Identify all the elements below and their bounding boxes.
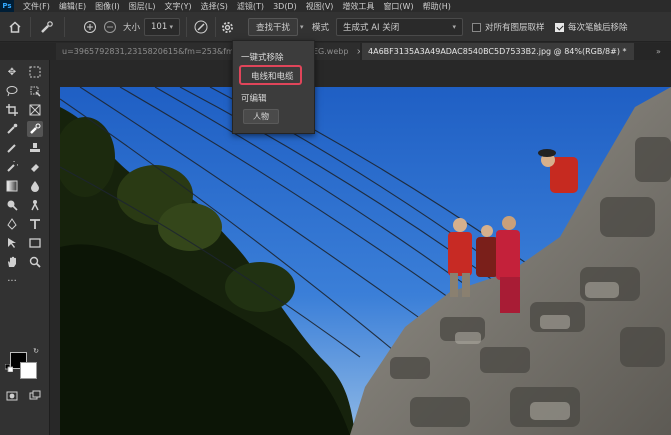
divider [64,17,65,37]
more-tools-icon[interactable]: ··· [4,273,20,289]
menu-file[interactable]: 文件(F) [23,1,50,12]
path-select-tool-icon[interactable] [4,235,20,251]
remove-after-stroke-label: 每次笔触后移除 [568,23,628,33]
menu-window[interactable]: 窗口(W) [383,1,413,12]
type-tool-icon[interactable] [27,216,43,232]
size-value: 101 [151,22,168,32]
canvas-area[interactable] [51,60,671,435]
remove-tool-selected-icon[interactable] [27,121,43,137]
more-tabs-icon[interactable]: » [650,43,670,60]
size-input[interactable]: 101 ▾ [144,18,180,36]
history-brush-tool-icon[interactable] [4,159,20,175]
zoom-tool-icon[interactable] [27,254,43,270]
quick-mask-icon[interactable] [4,388,20,404]
background-color-swatch[interactable] [20,362,37,379]
remove-tool-icon[interactable] [39,18,55,36]
checkbox-box [472,22,481,32]
one-click-remove-heading: 一键式移除 [241,53,284,63]
frame-tool-icon[interactable] [27,102,43,118]
chevron-down-icon: ▾ [169,23,173,31]
menu-edit[interactable]: 编辑(E) [59,1,86,12]
add-brush-icon[interactable] [83,18,97,36]
gradient-tool-icon[interactable] [4,178,20,194]
rectangle-tool-icon[interactable] [27,235,43,251]
checkbox-box-checked [555,22,564,32]
eraser-tool-icon[interactable] [27,159,43,175]
swap-colors-icon[interactable]: ↻ [31,346,41,356]
pressure-brush-icon[interactable] [193,18,209,36]
tab-doc-1[interactable]: u=3965792831,2315820615&fm=253&fmt= [56,43,239,60]
photoshop-logo[interactable]: Ps [0,0,14,12]
photo-image[interactable] [60,87,671,435]
size-label: 大小 [123,23,141,33]
stamp-tool-icon[interactable] [27,140,43,156]
menu-image[interactable]: 图像(I) [95,1,120,12]
tab-label: EG.webp [313,47,349,56]
tab-doc-active[interactable]: 4A6BF3135A3A49ADAC8540BC5D7533B2.jpg @ 8… [362,43,634,60]
find-distractions-menu: 一键式移除 电线和电缆 可编辑 人物 [232,40,315,134]
tab-label: 4A6BF3135A3A49ADAC8540BC5D7533B2.jpg @ 8… [368,47,627,56]
menu-help[interactable]: 帮助(H) [423,1,451,12]
lasso-tool-icon[interactable] [4,83,20,99]
marquee-tool-icon[interactable] [27,64,43,80]
menu-view[interactable]: 视图(V) [306,1,334,12]
brush-tool-icon[interactable] [4,140,20,156]
hand-tool-icon[interactable] [4,254,20,270]
menu-bar: Ps 文件(F) 编辑(E) 图像(I) 图层(L) 文字(Y) 选择(S) 滤… [0,0,671,12]
blur-tool-icon[interactable] [27,178,43,194]
options-bar: 大小 101 ▾ 查找干扰 ▾ 模式 生成式 AI 关闭 ▾ 对所有图层取样 每… [0,12,671,42]
mode-label: 模式 [312,23,330,33]
dodge-tool-icon[interactable] [4,197,20,213]
default-colors-icon[interactable] [5,364,13,372]
eyedropper-tool-icon[interactable] [4,121,20,137]
divider [30,17,31,37]
subtract-brush-icon[interactable] [103,18,117,36]
chevron-down-icon[interactable]: ▾ [300,18,304,36]
smudge-tool-icon[interactable] [27,197,43,213]
editable-heading: 可编辑 [241,94,267,104]
move-tool-icon[interactable]: ✥ [4,64,20,80]
close-icon[interactable]: × [356,47,360,56]
sample-all-layers-checkbox[interactable]: 对所有图层取样 [472,18,545,36]
chevron-down-icon: ▾ [452,23,456,31]
menu-3d[interactable]: 3D(D) [273,2,297,11]
document-tabs: u=3965792831,2315820615&fm=253&fmt= EG.w… [0,43,671,60]
tools-panel: ✥ ··· ↻ [0,60,50,435]
menu-plugins[interactable]: 增效工具 [342,1,374,12]
menu-layer[interactable]: 图层(L) [129,1,156,12]
menu-filter[interactable]: 滤镜(T) [237,1,264,12]
screen-mode-icon[interactable] [27,388,43,404]
divider [186,17,187,37]
pen-tool-icon[interactable] [4,216,20,232]
find-distractions-button[interactable]: 查找干扰 [248,18,298,36]
mode-select[interactable]: 生成式 AI 关闭 ▾ [336,18,463,36]
menu-select[interactable]: 选择(S) [201,1,228,12]
crop-tool-icon[interactable] [4,102,20,118]
gear-icon[interactable] [221,18,234,36]
divider [215,17,216,37]
highlight-box [239,65,302,85]
mode-value: 生成式 AI 关闭 [343,23,400,33]
remove-after-stroke-checkbox[interactable]: 每次笔触后移除 [555,18,628,36]
quick-select-tool-icon[interactable] [27,83,43,99]
home-icon[interactable] [8,18,22,36]
people-button[interactable]: 人物 [243,109,279,124]
menu-type[interactable]: 文字(Y) [164,1,191,12]
tab-label: u=3965792831,2315820615&fm=253&fmt= [62,47,239,56]
sample-all-layers-label: 对所有图层取样 [485,23,545,33]
